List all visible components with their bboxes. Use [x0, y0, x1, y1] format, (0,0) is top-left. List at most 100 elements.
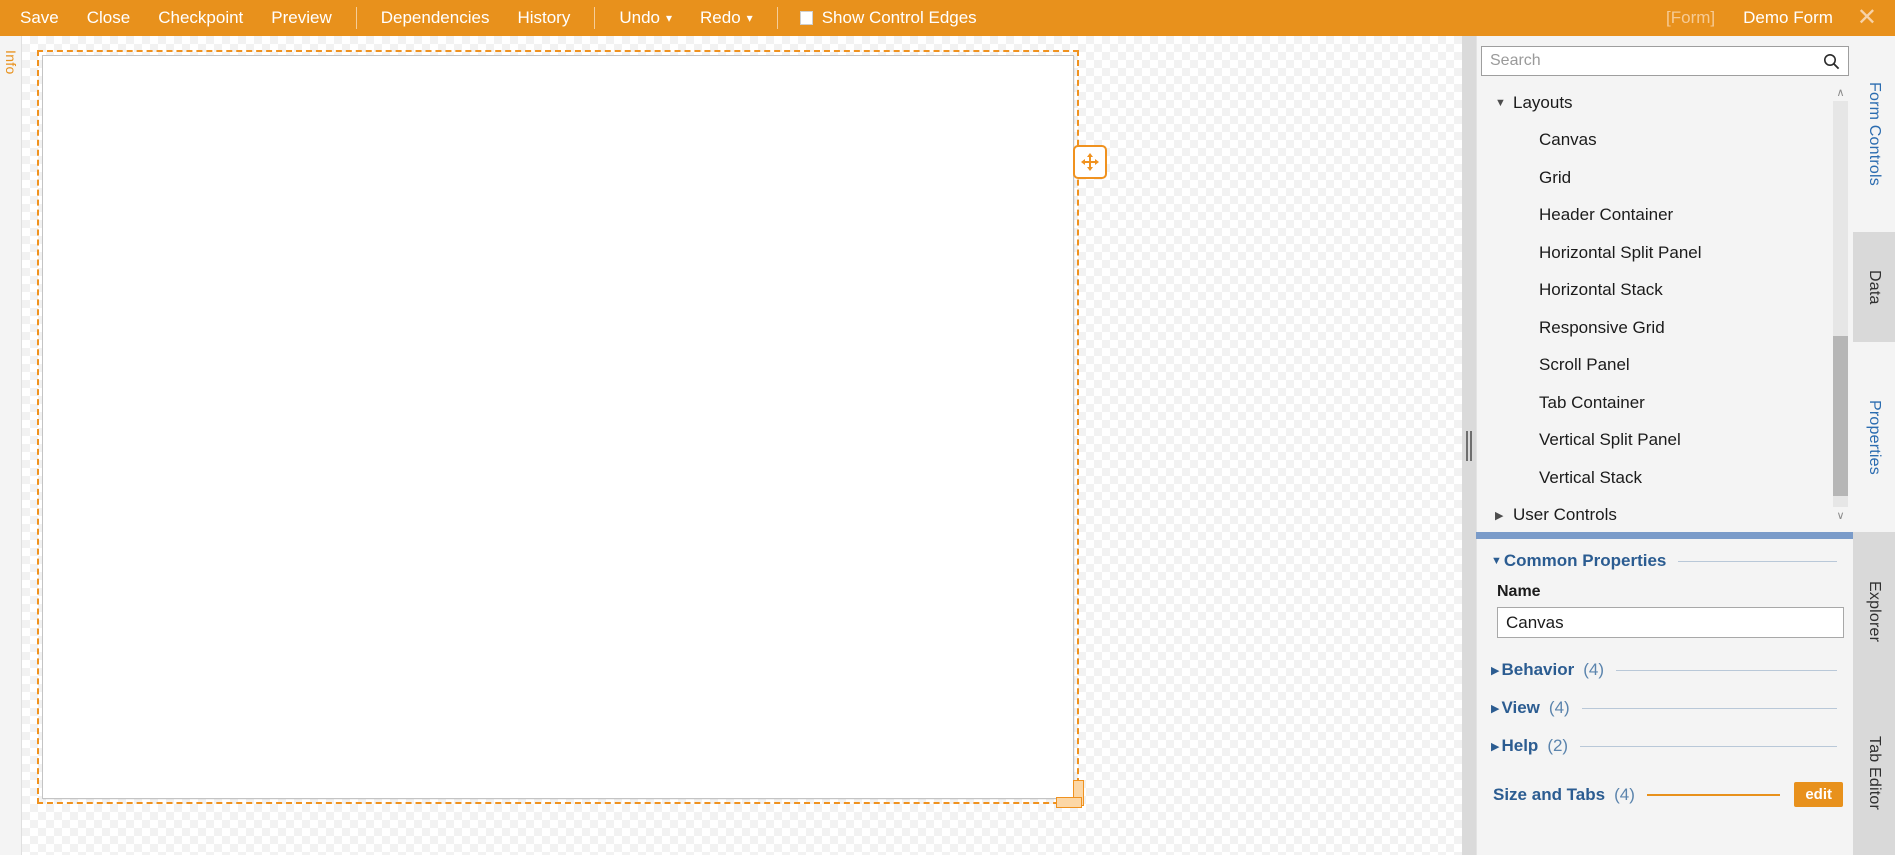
palette-item-label: Horizontal Stack	[1539, 280, 1663, 300]
palette-item-label: Tab Container	[1539, 392, 1645, 412]
scroll-up-arrow-icon[interactable]: ∧	[1833, 84, 1848, 101]
design-surface[interactable]	[22, 36, 1462, 855]
show-control-edges-label: Show Control Edges	[821, 8, 977, 27]
palette-tree-viewport: ▼ Layouts Canvas Grid Header Container H…	[1481, 84, 1831, 524]
twisty-collapsed-icon: ▶	[1491, 702, 1500, 715]
palette-item-horizontal-stack[interactable]: Horizontal Stack	[1481, 272, 1831, 310]
left-tab-rail: Info	[0, 36, 22, 855]
palette-item-scroll-panel[interactable]: Scroll Panel	[1481, 347, 1831, 385]
section-common-properties[interactable]: ▼ Common Properties	[1491, 551, 1843, 571]
right-tab-explorer[interactable]: Explorer	[1853, 532, 1895, 692]
redo-label: Redo	[700, 8, 741, 27]
show-control-edges-checkbox[interactable]: Show Control Edges	[788, 0, 989, 36]
twisty-expanded-icon: ▼	[1495, 96, 1506, 109]
form-controls-palette: ▼ Layouts Canvas Grid Header Container H…	[1476, 36, 1853, 532]
toolbar-divider-1	[355, 7, 357, 29]
palette-group-layouts[interactable]: ▼ Layouts	[1481, 84, 1831, 122]
history-button[interactable]: History	[503, 0, 584, 36]
close-button[interactable]: Close	[73, 0, 144, 36]
twisty-collapsed-icon: ▶	[1491, 740, 1500, 753]
name-field-label: Name	[1497, 583, 1541, 600]
form-type-tag: [Form]	[1666, 8, 1716, 27]
section-rule	[1678, 560, 1837, 562]
section-rule	[1616, 669, 1837, 671]
palette-item-label: Horizontal Split Panel	[1539, 242, 1702, 262]
edit-button[interactable]: edit	[1794, 782, 1843, 807]
palette-item-header-container[interactable]: Header Container	[1481, 197, 1831, 235]
canvas-control[interactable]	[42, 55, 1074, 799]
palette-tree[interactable]: ▼ Layouts Canvas Grid Header Container H…	[1481, 84, 1849, 524]
checkbox-box-icon	[799, 11, 813, 25]
section-count: (4)	[1583, 660, 1604, 679]
palette-item-responsive-grid[interactable]: Responsive Grid	[1481, 309, 1831, 347]
section-title: Help	[1501, 736, 1539, 755]
vertical-splitter[interactable]	[1462, 36, 1476, 855]
search-input[interactable]	[1482, 47, 1814, 75]
palette-item-canvas[interactable]: Canvas	[1481, 122, 1831, 160]
palette-item-label: Header Container	[1539, 205, 1674, 225]
right-dock: ▼ Layouts Canvas Grid Header Container H…	[1476, 36, 1895, 855]
preview-button[interactable]: Preview	[257, 0, 345, 36]
palette-item-label: Scroll Panel	[1539, 355, 1630, 375]
toolbar-divider-2	[594, 7, 596, 29]
section-size-and-tabs[interactable]: Size and Tabs (4) edit	[1491, 782, 1843, 807]
palette-group-label: User Controls	[1513, 505, 1617, 524]
search-icon[interactable]	[1814, 47, 1848, 75]
section-behavior[interactable]: ▶ Behavior (4)	[1491, 660, 1843, 680]
redo-button[interactable]: Redo ▾	[686, 0, 767, 36]
section-count: (4)	[1614, 784, 1635, 804]
undo-label: Undo	[619, 8, 660, 27]
twisty-expanded-icon: ▼	[1491, 555, 1502, 567]
section-rule	[1581, 707, 1837, 709]
section-title: Common Properties	[1503, 551, 1667, 570]
palette-group-user-controls[interactable]: ▶ User Controls	[1481, 497, 1831, 524]
scrollbar-track[interactable]	[1833, 101, 1848, 507]
section-help[interactable]: ▶ Help (2)	[1491, 736, 1843, 756]
right-tab-rail: Form Controls Data Properties Explorer T…	[1853, 36, 1895, 855]
right-tab-form-controls[interactable]: Form Controls	[1853, 36, 1895, 232]
undo-button[interactable]: Undo ▾	[605, 0, 686, 36]
palette-item-horizontal-split-panel[interactable]: Horizontal Split Panel	[1481, 234, 1831, 272]
section-count: (2)	[1547, 736, 1569, 755]
splitter-grip-icon	[1466, 430, 1472, 461]
scroll-down-arrow-icon[interactable]: ∨	[1833, 507, 1848, 524]
palette-item-tab-container[interactable]: Tab Container	[1481, 384, 1831, 422]
toolbar-divider-3	[776, 7, 778, 29]
name-field[interactable]	[1497, 607, 1844, 638]
save-button[interactable]: Save	[6, 0, 73, 36]
close-icon[interactable]: ✕	[1851, 0, 1895, 36]
chevron-down-icon: ▾	[666, 11, 673, 25]
palette-item-label: Vertical Stack	[1539, 467, 1642, 487]
palette-scrollbar[interactable]: ∧ ∨	[1833, 84, 1848, 524]
palette-item-vertical-split-panel[interactable]: Vertical Split Panel	[1481, 422, 1831, 460]
right-tab-tab-editor[interactable]: Tab Editor	[1853, 692, 1895, 855]
search-box[interactable]	[1481, 46, 1849, 76]
twisty-collapsed-icon: ▶	[1495, 509, 1504, 522]
section-count: (4)	[1548, 698, 1570, 717]
form-designer-window: Save Close Checkpoint Preview Dependenci…	[0, 0, 1895, 855]
move-cross-icon[interactable]	[1073, 145, 1107, 179]
top-toolbar: Save Close Checkpoint Preview Dependenci…	[0, 0, 1895, 36]
section-title: View	[1501, 698, 1540, 717]
horizontal-splitter[interactable]	[1476, 532, 1853, 539]
section-view[interactable]: ▶ View (4)	[1491, 698, 1843, 718]
section-title: Behavior	[1501, 660, 1575, 679]
dependencies-button[interactable]: Dependencies	[367, 0, 504, 36]
resize-bar-horizontal	[1056, 797, 1082, 808]
right-tab-properties[interactable]: Properties	[1853, 342, 1895, 532]
properties-panel: ▼ Common Properties Name ▶ Behavior (4) …	[1476, 539, 1853, 855]
form-title: Demo Form	[1743, 8, 1833, 27]
twisty-collapsed-icon: ▶	[1491, 664, 1500, 677]
palette-item-grid[interactable]: Grid	[1481, 159, 1831, 197]
palette-item-vertical-stack[interactable]: Vertical Stack	[1481, 459, 1831, 497]
right-tab-data[interactable]: Data	[1853, 232, 1895, 342]
checkpoint-button[interactable]: Checkpoint	[144, 0, 257, 36]
palette-item-label: Grid	[1539, 167, 1572, 187]
section-title: Size and Tabs	[1493, 784, 1606, 804]
section-rule	[1580, 745, 1837, 747]
section-rule	[1646, 793, 1781, 796]
resize-corner-icon[interactable]	[1056, 780, 1084, 808]
scrollbar-thumb[interactable]	[1833, 336, 1848, 496]
palette-group-label: Layouts	[1513, 92, 1573, 112]
left-tab-info[interactable]: Info	[0, 44, 22, 81]
